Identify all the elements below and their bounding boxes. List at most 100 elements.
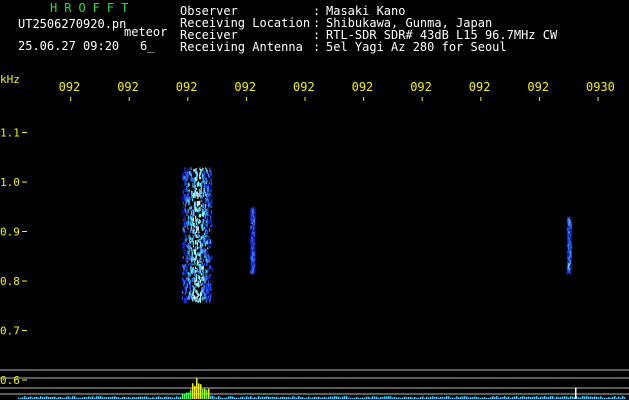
signal-pixel [196,218,198,222]
power-trace-bar [24,396,26,399]
signal-pixel [188,234,190,239]
power-trace-bar [470,397,472,399]
power-trace-bar [512,397,514,399]
power-trace-bar [320,397,322,399]
signal-pixel [197,261,199,265]
power-trace-bar [72,396,74,399]
signal-pixel [191,257,193,262]
signal-pixel [254,254,256,257]
power-trace-bar [440,396,442,399]
power-trace-bar [196,378,198,399]
signal-pixel [568,263,570,267]
power-trace-bar [464,396,466,399]
power-trace-bar [352,397,354,399]
power-trace-bar [126,397,128,399]
power-trace-bar [390,396,392,399]
signal-pixel [570,268,572,271]
signal-pixel [567,259,569,261]
signal-pixel [205,236,207,241]
signal-pixel [191,295,193,300]
power-trace-bar [184,393,186,399]
power-trace-bar [158,396,160,399]
signal-pixel [201,242,204,245]
power-trace-bar [582,396,584,399]
signal-pixel [195,298,197,302]
signal-pixel [184,221,186,227]
signal-pixel [188,183,190,187]
signal-pixel [206,263,208,267]
power-trace-bar [406,397,408,399]
signal-pixel [200,242,202,246]
power-trace-bar [594,396,596,399]
power-trace-bar [276,396,278,399]
signal-pixel [182,205,184,208]
power-trace-bar [86,397,88,399]
signal-pixel [185,238,187,242]
power-trace-bar [400,397,402,399]
power-trace-bar [586,396,588,399]
signal-pixel [201,208,203,211]
signal-pixel [250,256,252,260]
signal-pixel [186,189,188,192]
signal-pixel [192,235,194,240]
signal-pixel [250,265,253,268]
power-trace-bar [324,396,326,399]
power-trace-bar [110,396,112,399]
power-trace-bar [600,396,602,399]
signal-pixel [198,233,200,238]
power-trace-bar [386,396,388,399]
power-trace-bar [536,396,538,399]
signal-pixel [188,278,190,282]
power-trace-bar [258,396,260,399]
power-trace-bar [84,396,86,399]
power-trace-bar [224,397,226,399]
signal-pixel [208,241,211,244]
power-trace-bar [108,396,110,399]
power-trace-bar [238,397,240,399]
power-trace-bar [36,396,38,399]
signal-pixel [193,169,195,172]
power-trace-bar [466,396,468,399]
power-trace-bar [144,396,146,399]
signal-pixel [202,219,204,224]
signal-pixel [189,274,191,277]
power-trace-bar [590,396,592,399]
signal-pixel [193,277,195,283]
power-trace-bar [528,396,530,399]
signal-pixel [569,242,571,247]
power-trace-bar [62,397,64,399]
signal-pixel [204,276,207,280]
signal-pixel [183,285,185,291]
power-trace-bar [580,397,582,399]
signal-pixel [188,171,191,175]
signal-pixel [251,241,253,247]
signal-pixel [184,243,186,247]
signal-pixel [567,251,569,253]
power-trace-bar [262,396,264,399]
signal-pixel [188,248,191,252]
x-tick-label: 092 [352,80,374,94]
power-trace-bar [374,396,376,399]
signal-pixel [250,219,252,224]
signal-pixel [198,221,200,225]
signal-pixel [203,277,205,281]
signal-pixel [196,224,198,228]
signal-pixel [253,229,255,232]
signal-pixel [191,254,193,258]
power-trace-bar [40,396,42,399]
signal-pixel [253,213,256,216]
power-trace-bar [26,397,28,399]
signal-pixel [190,229,192,234]
power-trace-bar [88,396,90,399]
power-trace-bar [414,397,416,399]
power-trace-bar [210,395,212,399]
signal-pixel [209,214,211,217]
power-trace-bar [488,398,490,399]
signal-pixel [201,250,203,254]
signal-pixel [250,231,252,235]
signal-pixel [197,293,199,297]
power-trace-bar [568,397,570,399]
signal-pixel [203,189,205,193]
power-trace-bar [572,396,574,399]
signal-pixel [181,208,183,211]
